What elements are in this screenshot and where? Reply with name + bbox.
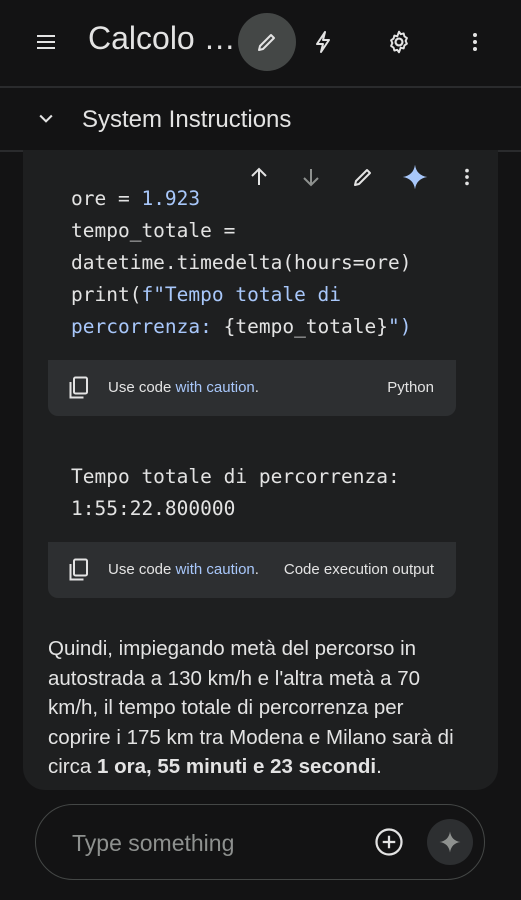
system-instructions-label: System Instructions xyxy=(82,106,292,133)
system-instructions-toggle[interactable]: System Instructions xyxy=(0,88,521,150)
chevron-down-icon xyxy=(39,114,53,123)
bolt-button[interactable] xyxy=(296,14,352,70)
use-code-caution: Use code with caution. xyxy=(108,379,259,396)
prompt-input[interactable] xyxy=(70,825,354,861)
prompt-composer xyxy=(35,804,485,880)
bolt-icon xyxy=(316,31,330,53)
caution-link[interactable]: with caution xyxy=(176,561,255,578)
page-title: Calcolo … xyxy=(88,20,236,56)
rerun-button[interactable] xyxy=(392,150,438,204)
code-line: percorrenza: {tempo_totale}") xyxy=(71,315,412,338)
code-line: datetime.timedelta(hours=ore) xyxy=(71,251,412,274)
answer-paragraph: Quindi, impiegando metà del percorso in … xyxy=(48,637,454,778)
copy-output-button[interactable] xyxy=(68,558,90,586)
code-language-label: Python xyxy=(387,379,434,396)
top-app-bar: Calcolo … xyxy=(0,0,521,84)
move-up-button[interactable] xyxy=(236,150,282,204)
use-code-caution: Use code with caution. xyxy=(108,561,259,578)
output-type-label: Code execution output xyxy=(283,561,434,578)
settings-icon xyxy=(390,30,408,54)
edit-icon xyxy=(354,169,371,186)
move-down-button[interactable] xyxy=(288,150,334,204)
code-line: ore = 1.923 xyxy=(71,187,201,210)
edit-title-button[interactable] xyxy=(238,13,296,71)
add-circle-icon xyxy=(375,828,403,856)
edit-message-button[interactable] xyxy=(340,150,386,204)
code-line: print(f"Tempo totale di xyxy=(71,283,342,306)
code-line: tempo_totale = xyxy=(71,219,236,242)
message-more-button[interactable] xyxy=(444,150,490,204)
output-line: Tempo totale di percorrenza: xyxy=(71,465,400,488)
answer-highlight: 1 ora, 55 minuti e 23 secondi xyxy=(96,755,377,778)
arrow-up-icon xyxy=(251,167,267,185)
more-vert-icon xyxy=(465,168,469,186)
copy-code-button[interactable] xyxy=(68,376,90,404)
menu-icon xyxy=(37,35,55,49)
menu-button[interactable] xyxy=(18,14,74,70)
code-block-footer: Use code with caution. Python xyxy=(48,360,456,416)
output-block-footer: Use code with caution. Code execution ou… xyxy=(48,542,456,598)
copy-icon xyxy=(69,558,88,581)
sparkle-icon xyxy=(402,164,428,190)
copy-icon xyxy=(69,376,88,399)
edit-icon xyxy=(258,34,275,51)
caution-link[interactable]: with caution xyxy=(176,379,255,396)
arrow-down-icon xyxy=(303,169,319,187)
more-options-button[interactable] xyxy=(447,14,503,70)
settings-button[interactable] xyxy=(371,14,427,70)
more-vert-icon xyxy=(473,33,477,51)
run-button[interactable] xyxy=(427,819,473,865)
add-attachment-button[interactable] xyxy=(366,819,412,865)
output-line: 1:55:22.800000 xyxy=(71,497,236,520)
sparkle-icon xyxy=(439,831,461,853)
